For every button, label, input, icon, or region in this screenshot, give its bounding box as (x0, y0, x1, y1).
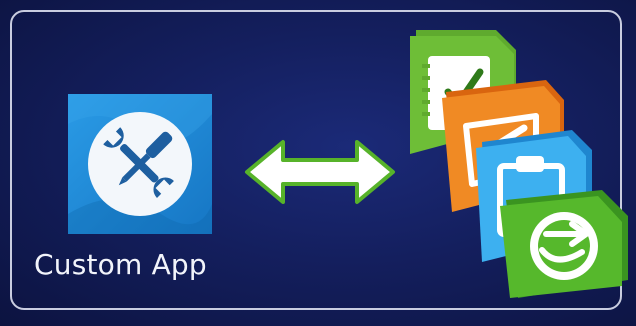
slide-background: Custom App (0, 0, 636, 326)
custom-app-tile (68, 94, 212, 234)
field-apps-stack (410, 30, 628, 298)
double-arrow-icon (245, 140, 395, 204)
custom-app-label: Custom App (34, 248, 207, 281)
navigator-app-icon (500, 190, 628, 298)
